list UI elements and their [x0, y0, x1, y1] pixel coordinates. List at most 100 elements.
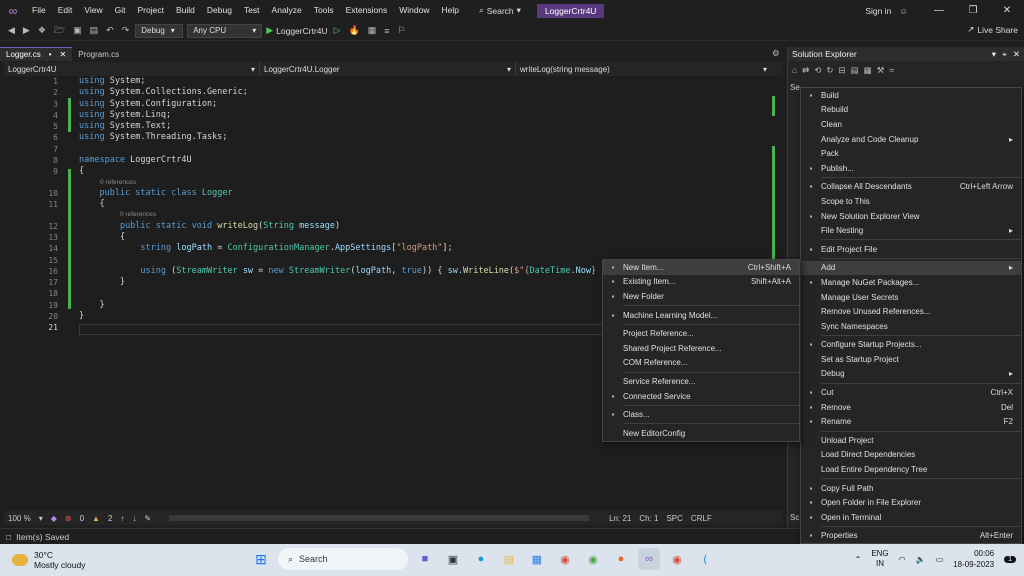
save-all-icon[interactable]: ▤ — [88, 25, 101, 36]
codelens-references[interactable]: 0 references — [120, 211, 156, 218]
menu-view[interactable]: View — [78, 0, 108, 21]
menu-item-debug[interactable]: Debug ▸ — [801, 367, 1021, 382]
menu-extensions[interactable]: Extensions — [340, 0, 394, 21]
type-dropdown[interactable]: LoggerCrtr4U.Logger ▾ — [260, 62, 516, 76]
search-field-fragment[interactable]: Se — [790, 83, 800, 92]
menu-item-configure-startup-projects[interactable]: ▪ Configure Startup Projects... — [801, 338, 1021, 353]
language-indicator[interactable]: ENG IN — [871, 549, 888, 569]
tab-program-cs[interactable]: Program.cs — [72, 47, 125, 61]
arrow-down-icon[interactable]: ↓ — [132, 514, 136, 523]
menu-item-pack[interactable]: Pack — [801, 146, 1021, 161]
meet-icon[interactable]: ■ — [414, 548, 436, 570]
gear-icon[interactable]: ⚙ — [772, 48, 780, 59]
menu-item-collapse-all-descendants[interactable]: ▪ Collapse All Descendants Ctrl+Left Arrow — [801, 180, 1021, 195]
battery-icon[interactable]: ▭ — [936, 555, 944, 564]
menu-item-open-folder-in-file-explorer[interactable]: ▪ Open Folder in File Explorer — [801, 495, 1021, 510]
minimize-icon[interactable]: — — [922, 5, 956, 16]
menu-item-load-entire-dependency-tree[interactable]: Load Entire Dependency Tree — [801, 462, 1021, 477]
menu-item-clean[interactable]: Clean — [801, 117, 1021, 132]
new-project-icon[interactable]: ❖ — [36, 25, 48, 36]
start-without-debugging-icon[interactable]: ▷ — [332, 25, 343, 36]
menu-item-connected-service[interactable]: ▪ Connected Service — [603, 389, 799, 404]
weather-widget[interactable]: 30°C Mostly cloudy — [0, 550, 220, 570]
refresh-icon[interactable]: ↻ — [826, 65, 833, 76]
menu-item-project-reference[interactable]: Project Reference... — [603, 326, 799, 341]
menu-item-file-nesting[interactable]: File Nesting ▸ — [801, 223, 1021, 238]
store-icon[interactable]: ▦ — [526, 548, 548, 570]
restore-icon[interactable]: ❐ — [956, 5, 990, 16]
menu-item-analyze-and-code-cleanup[interactable]: Analyze and Code Cleanup ▸ — [801, 132, 1021, 147]
menu-edit[interactable]: Edit — [52, 0, 79, 21]
open-icon[interactable]: 🗁 — [52, 23, 67, 39]
clock[interactable]: 00:06 18-09-2023 — [953, 548, 994, 570]
menu-test[interactable]: Test — [238, 0, 266, 21]
show-all-files-icon[interactable]: ▤ — [851, 65, 859, 76]
error-icon[interactable]: ⊗ — [65, 514, 72, 523]
menu-item-rename[interactable]: ▪ Rename F2 — [801, 414, 1021, 429]
menu-item-new-folder[interactable]: ▪ New Folder — [603, 289, 799, 304]
menu-item-existing-item[interactable]: ▪ Existing Item... Shift+Alt+A — [603, 275, 799, 290]
close-icon[interactable]: ✕ — [1013, 49, 1020, 60]
line-indicator[interactable]: Ln: 21 — [609, 514, 631, 523]
taskbar-search[interactable]: ⌕ Search — [278, 548, 408, 570]
edge-icon[interactable]: ● — [470, 548, 492, 570]
menu-item-service-reference[interactable]: Service Reference... — [603, 374, 799, 389]
menu-window[interactable]: Window — [393, 0, 435, 21]
menu-project[interactable]: Project — [132, 0, 170, 21]
menu-item-publish[interactable]: ▪ Publish... — [801, 161, 1021, 176]
arrow-up-icon[interactable]: ↑ — [120, 514, 124, 523]
menu-item-machine-learning-model[interactable]: ▪ Machine Learning Model... — [603, 308, 799, 323]
project-dropdown[interactable]: LoggerCrtr4U ▾ — [4, 62, 260, 76]
home-icon[interactable]: ⌂ — [792, 65, 797, 75]
menu-item-manage-user-secrets[interactable]: Manage User Secrets — [801, 290, 1021, 305]
properties-icon[interactable]: ⚒ — [877, 65, 885, 76]
line-ending-indicator[interactable]: CRLF — [691, 514, 712, 523]
menu-help[interactable]: Help — [435, 0, 464, 21]
menu-item-properties[interactable]: ▪ Properties Alt+Enter — [801, 529, 1021, 544]
menu-item-load-direct-dependencies[interactable]: Load Direct Dependencies — [801, 448, 1021, 463]
menu-tools[interactable]: Tools — [308, 0, 340, 21]
volume-icon[interactable]: 🔈 — [916, 555, 926, 564]
brush-icon[interactable]: ✎ — [144, 514, 151, 523]
search-button[interactable]: ⌕ Search ▾ — [473, 5, 527, 16]
solution-explorer-toolbar-icon[interactable]: ▦ — [366, 25, 379, 36]
menu-item-set-as-startup-project[interactable]: Set as Startup Project — [801, 352, 1021, 367]
menu-item-shared-project-reference[interactable]: Shared Project Reference... — [603, 341, 799, 356]
firefox-icon[interactable]: ● — [610, 548, 632, 570]
history-icon[interactable]: ⟲ — [814, 65, 821, 76]
menu-item-cut[interactable]: ▪ Cut Ctrl+X — [801, 385, 1021, 400]
windows-start-icon[interactable]: ⊞ — [250, 548, 272, 570]
platform-dropdown[interactable]: Any CPU ▾ — [187, 23, 263, 38]
file-explorer-icon[interactable]: ▤ — [498, 548, 520, 570]
chevron-up-icon[interactable]: ⌃ — [855, 555, 862, 564]
chrome-icon[interactable]: ◉ — [554, 548, 576, 570]
start-debugging-button[interactable]: ▶ LoggerCrtr4U — [266, 25, 327, 36]
menu-debug[interactable]: Debug — [201, 0, 238, 21]
view-icon[interactable]: ▦ — [864, 65, 872, 76]
member-dropdown[interactable]: writeLog(string message) ▾ — [516, 62, 771, 76]
bookmark-icon[interactable]: ⚐ — [396, 25, 408, 36]
menu-item-com-reference[interactable]: COM Reference... — [603, 356, 799, 371]
sync-icon[interactable]: ⇄ — [802, 65, 809, 76]
menu-git[interactable]: Git — [109, 0, 132, 21]
menu-item-new-item[interactable]: ▪ New Item... Ctrl+Shift+A — [603, 260, 799, 275]
configuration-dropdown[interactable]: Debug ▾ — [135, 23, 184, 38]
menu-item-scope-to-this[interactable]: Scope to This — [801, 194, 1021, 209]
live-share-button[interactable]: ↗ Live Share — [967, 24, 1018, 35]
sign-in-link[interactable]: Sign in — [865, 6, 891, 16]
close-icon[interactable]: ✕ — [990, 5, 1024, 16]
vs-2022-icon[interactable]: ∞ — [638, 548, 660, 570]
menu-item-rebuild[interactable]: Rebuild — [801, 103, 1021, 118]
pin-icon[interactable]: • — [49, 50, 52, 59]
comment-icon[interactable]: ≡ — [382, 26, 391, 36]
chrome-profile-icon[interactable]: ◉ — [582, 548, 604, 570]
redo-icon[interactable]: ↷ — [120, 25, 132, 36]
menu-item-unload-project[interactable]: Unload Project — [801, 433, 1021, 448]
chevron-down-icon[interactable]: ▾ — [992, 49, 996, 60]
menu-item-copy-full-path[interactable]: ▪ Copy Full Path — [801, 481, 1021, 496]
codelens-references[interactable]: 0 references — [100, 179, 136, 186]
menu-item-build[interactable]: ▪ Build — [801, 88, 1021, 103]
collapse-all-icon[interactable]: ⊟ — [839, 65, 846, 76]
menu-item-manage-nuget-packages[interactable]: ▪ Manage NuGet Packages... — [801, 275, 1021, 290]
menu-item-edit-project-file[interactable]: ▪ Edit Project File — [801, 242, 1021, 257]
